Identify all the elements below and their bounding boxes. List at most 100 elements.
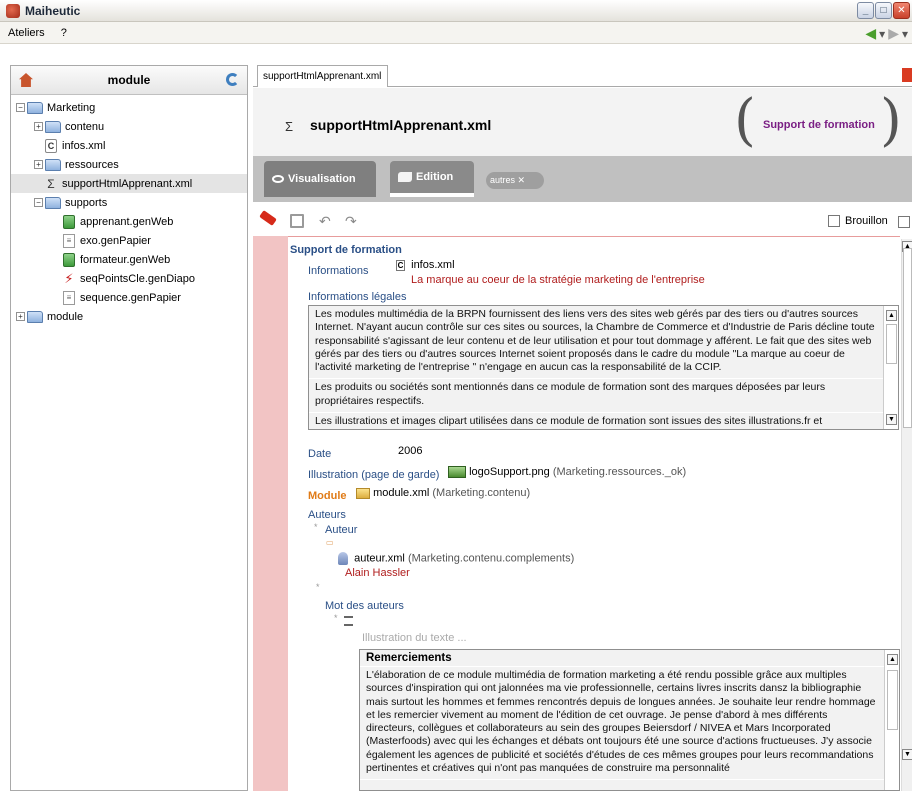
diapo-file-icon: ⚡ [63, 270, 75, 286]
tree-item[interactable]: ΣsupportHtmlApprenant.xml [11, 174, 247, 193]
tree-item[interactable]: + contenu [11, 117, 247, 136]
expand-icon[interactable]: + [34, 160, 43, 169]
tree-item-label: seqPointsCle.genDiapo [80, 272, 195, 285]
draft-checkbox-box[interactable] [828, 215, 840, 227]
module-file[interactable]: module.xml [373, 487, 429, 499]
plus-icon: ✕ [517, 175, 526, 185]
project-tree-panel: module − Marketing + contenu Cinfos.xml + ress… [10, 65, 248, 791]
infos-legales-para[interactable]: Les modules multimédia de la BRPN fourni… [309, 306, 898, 380]
refresh-icon[interactable] [226, 73, 239, 86]
paper-file-icon: ≡ [63, 233, 75, 248]
tree-item-label: supportHtmlApprenant.xml [62, 177, 193, 190]
divider [288, 236, 900, 237]
autres-button[interactable]: autres ✕ [486, 172, 544, 189]
expand-icon[interactable]: + [34, 122, 43, 131]
expand-icon[interactable]: + [16, 312, 25, 321]
tree-item-label: Marketing [47, 101, 96, 114]
draft-label: Brouillon [845, 215, 888, 227]
tab-visualisation-label: Visualisation [288, 173, 356, 185]
textbox-scrollbar[interactable]: ▲ [884, 650, 899, 790]
forward-arrow-icon[interactable]: ▶ [888, 25, 899, 42]
save-icon[interactable] [290, 214, 304, 228]
tree-header-title: module [107, 73, 151, 87]
tab-edition[interactable]: Edition [390, 161, 474, 197]
tree-item[interactable]: formateur.genWeb [11, 250, 247, 269]
tree-item[interactable]: ≡ exo.genPapier [11, 231, 247, 250]
remerciements-title[interactable]: Remerciements [360, 650, 899, 667]
tree-item[interactable]: Cinfos.xml [11, 136, 247, 155]
editor-tab-strip: supportHtmlApprenant.xml [253, 65, 912, 87]
scroll-down-icon[interactable]: ▼ [902, 749, 912, 760]
section-title: Support de formation [290, 244, 402, 256]
informations-file-row[interactable]: C infos.xml [396, 259, 455, 271]
tree-item-label: exo.genPapier [80, 234, 151, 247]
tree-item[interactable]: ⚡ seqPointsCle.genDiapo [11, 269, 247, 288]
textbox-scrollbar[interactable]: ▲ ▼ [883, 306, 898, 429]
back-arrow-icon[interactable]: ◀ [865, 25, 876, 42]
tab-document[interactable]: supportHtmlApprenant.xml [257, 65, 388, 87]
module-row[interactable]: module.xml (Marketing.contenu) [356, 487, 530, 499]
tree-item[interactable]: + ressources [11, 155, 247, 174]
tab-visualisation[interactable]: Visualisation [264, 161, 376, 197]
tree-item[interactable]: ≡ sequence.genPapier [11, 288, 247, 307]
link-icon: ▭ [326, 538, 334, 547]
informations-label: Informations [308, 265, 369, 277]
paper-file-icon: ≡ [63, 290, 75, 305]
document-header: Σ supportHtmlApprenant.xml ( Support de … [253, 88, 912, 156]
collapse-icon[interactable]: − [34, 198, 43, 207]
auteur-file[interactable]: auteur.xml [354, 552, 405, 564]
infos-legales-para[interactable]: Les illustrations et images clipart util… [309, 413, 898, 429]
file-c-icon: C [396, 259, 405, 271]
informations-file[interactable]: infos.xml [411, 259, 454, 271]
tree-item[interactable]: − supports [11, 193, 247, 212]
editor-scrollbar[interactable]: ▲ ▼ [901, 239, 912, 791]
tree-item[interactable]: − Marketing [11, 98, 247, 117]
tree-item-label: supports [65, 196, 108, 209]
auteurs-label: Auteurs [308, 509, 346, 521]
mode-bar: Visualisation Edition autres ✕ [253, 156, 912, 202]
navigation-controls: ◀ ▾ ▶ ▾ [865, 25, 908, 42]
window-controls: _ □ ✕ [857, 2, 910, 19]
collapse-icon[interactable]: − [16, 103, 25, 112]
edit-area: ↶ ↷ Brouillon Support de formation Infor… [253, 203, 912, 791]
infos-legales-para[interactable]: Les produits ou sociétés sont mentionnés… [309, 379, 898, 414]
extra-checkbox[interactable] [898, 216, 910, 228]
tree-item-label: ressources [65, 158, 119, 171]
minimize-button[interactable]: _ [857, 2, 874, 19]
tree-item[interactable]: apprenant.genWeb [11, 212, 247, 231]
date-value[interactable]: 2006 [398, 445, 422, 457]
scroll-thumb[interactable] [886, 324, 897, 364]
menu-ateliers[interactable]: Ateliers [8, 27, 45, 39]
close-tab-icon[interactable] [902, 68, 912, 82]
folder-icon [45, 120, 61, 133]
back-dropdown-icon[interactable]: ▾ [879, 27, 885, 41]
illustration-file[interactable]: logoSupport.png [469, 466, 550, 478]
scroll-thumb[interactable] [887, 670, 898, 730]
scroll-thumb[interactable] [903, 248, 912, 428]
tree-item-label: contenu [65, 120, 105, 133]
image-icon [448, 466, 466, 479]
menu-help[interactable]: ? [61, 27, 67, 39]
scroll-up-icon[interactable]: ▲ [886, 310, 897, 321]
infos-legales-textbox[interactable]: Les modules multimédia de la BRPN fourni… [308, 305, 899, 430]
title-bar: Maiheutic _ □ ✕ [0, 0, 912, 22]
maximize-button[interactable]: □ [875, 2, 892, 19]
illustration-placeholder[interactable]: Illustration du texte ... [362, 632, 467, 644]
person-icon [338, 552, 348, 565]
scroll-down-icon[interactable]: ▼ [886, 414, 897, 425]
illustration-row[interactable]: logoSupport.png (Marketing.ressources._o… [448, 466, 686, 479]
close-window-button[interactable]: ✕ [893, 2, 910, 19]
draft-checkbox[interactable]: Brouillon [828, 215, 888, 227]
forward-dropdown-icon[interactable]: ▾ [902, 27, 908, 41]
folder-icon [27, 310, 43, 323]
auteur-label: Auteur [325, 524, 358, 536]
file-tree: − Marketing + contenu Cinfos.xml + ressources Σ… [11, 95, 247, 326]
redo-icon[interactable]: ↷ [345, 214, 359, 228]
remerciements-text[interactable]: L'élaboration de ce module multimédia de… [360, 667, 899, 781]
auteur-row[interactable]: auteur.xml (Marketing.contenu.complement… [338, 552, 574, 565]
bracket-right-icon: ) [880, 88, 902, 153]
tree-item[interactable]: + module [11, 307, 247, 326]
remerciements-textbox[interactable]: Remerciements L'élaboration de ce module… [359, 649, 900, 791]
undo-icon[interactable]: ↶ [319, 214, 333, 228]
scroll-up-icon[interactable]: ▲ [887, 654, 898, 665]
